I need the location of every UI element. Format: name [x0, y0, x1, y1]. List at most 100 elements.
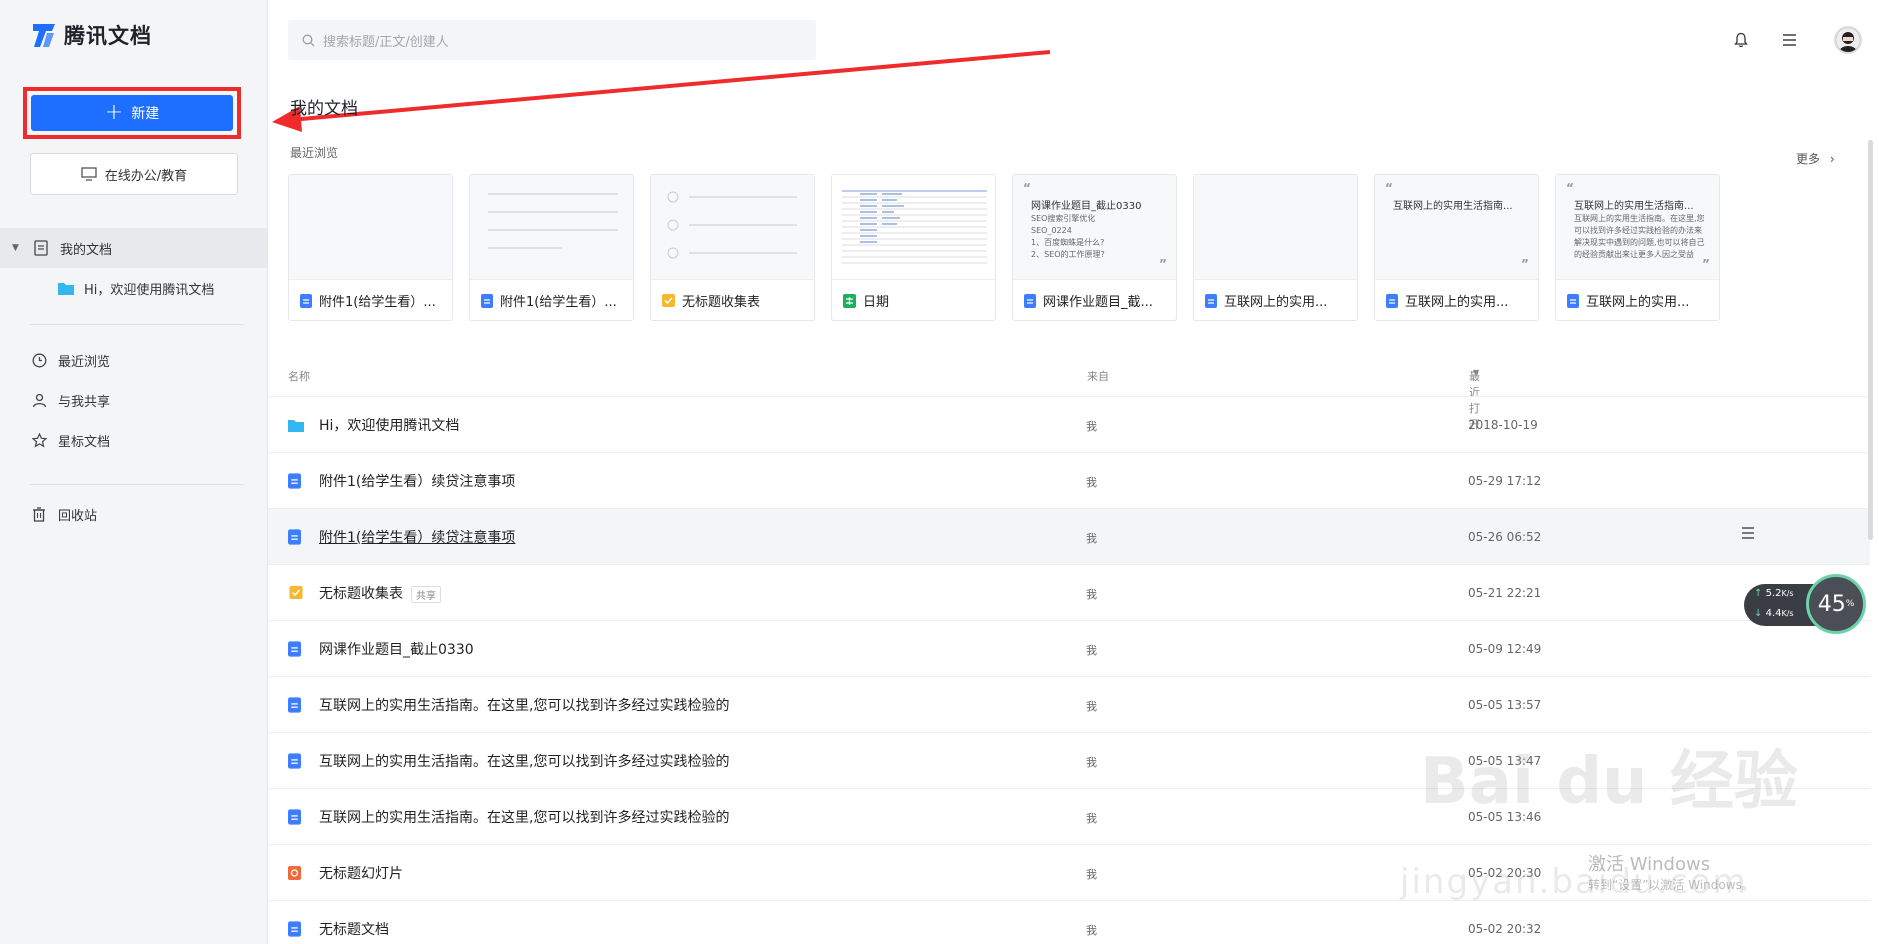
- trash-icon: [30, 505, 48, 523]
- plus-icon: +: [104, 100, 124, 125]
- row-menu-icon[interactable]: [1741, 527, 1755, 539]
- windows-activation-subtitle: 转到“设置”以激活 Windows。: [1588, 878, 1754, 892]
- card-thumbnail: [651, 175, 814, 280]
- file-from: 我: [1086, 812, 1097, 825]
- sidebar-item-welcome-folder[interactable]: Hi，欢迎使用腾讯文档: [0, 268, 267, 308]
- quote-close-icon: ”: [1702, 257, 1710, 271]
- recent-card[interactable]: 无标题收集表: [650, 174, 815, 321]
- windows-activation-title: 激活 Windows: [1588, 854, 1711, 875]
- new-button-label: 新建: [131, 106, 160, 122]
- file-time: 05-02 20:32: [1468, 922, 1542, 936]
- doc-icon: [288, 921, 301, 937]
- form-icon: [289, 586, 303, 599]
- sidebar-item-my-docs[interactable]: ▼ 我的文档: [0, 228, 267, 268]
- file-name: 无标题幻灯片: [319, 866, 403, 882]
- monitor-icon: [81, 167, 97, 181]
- shared-badge: 共享: [411, 585, 441, 603]
- column-from[interactable]: 来自: [1087, 368, 1109, 384]
- table-row[interactable]: 无标题收集表 共享 我 05-21 22:21: [268, 564, 1870, 620]
- file-name: 网课作业题目_截止0330: [319, 642, 474, 658]
- recent-card[interactable]: 日期: [831, 174, 996, 321]
- network-speed-widget[interactable]: ↑ 5.2K/s ↓ 4.4K/s 45%: [1744, 574, 1868, 634]
- sidebar-item-label: 星标文档: [58, 434, 111, 450]
- card-title: 无标题收集表: [682, 295, 761, 310]
- file-from: 我: [1086, 924, 1097, 937]
- recent-card[interactable]: “ 互联网上的实用生活指南... ” 互联网上的实用...: [1374, 174, 1539, 321]
- card-thumbnail: “ 互联网上的实用生活指南... 互联网上的实用生活指南。在这里,您可以找到许多…: [1556, 175, 1719, 280]
- doc-icon: [288, 697, 301, 713]
- usage-percent: 45%: [1806, 574, 1866, 634]
- file-name: 互联网上的实用生活指南。在这里,您可以找到许多经过实践检验的: [319, 754, 730, 770]
- online-office-button[interactable]: 在线办公/教育: [30, 153, 238, 195]
- trash-nav: 回收站: [0, 494, 267, 534]
- slide-icon: [288, 866, 301, 880]
- file-name: 互联网上的实用生活指南。在这里,您可以找到许多经过实践检验的: [319, 698, 730, 714]
- upload-speed: ↑ 5.2K/s: [1754, 588, 1794, 599]
- sidebar-item-label: 最近浏览: [58, 354, 111, 370]
- more-label: 更多: [1796, 152, 1821, 166]
- file-list-header: 名称 来自 最近打开 ▼: [288, 368, 1863, 431]
- recent-card[interactable]: 附件1(给学生看）...: [469, 174, 634, 321]
- doc-icon: [288, 753, 301, 769]
- folder-icon: [58, 282, 74, 295]
- sidebar-item-shared[interactable]: 与我共享: [0, 380, 267, 420]
- card-title: 附件1(给学生看）...: [319, 295, 436, 310]
- document-icon: [32, 239, 50, 257]
- sidebar-divider: [30, 484, 244, 485]
- chevron-right-icon: ›: [1829, 152, 1835, 166]
- bell-icon[interactable]: [1734, 32, 1748, 48]
- table-row[interactable]: 互联网上的实用生活指南。在这里,您可以找到许多经过实践检验的 我 05-05 1…: [268, 676, 1870, 732]
- table-row[interactable]: 无标题文档 我 05-02 20:32: [268, 900, 1870, 944]
- column-name[interactable]: 名称: [288, 368, 310, 384]
- card-preview-body: 互联网上的实用生活指南。在这里,您可以找到许多经过实践检验的办法来解决现实中遇到…: [1574, 214, 1705, 259]
- menu-icon[interactable]: [1782, 34, 1797, 46]
- sidebar-item-trash[interactable]: 回收站: [0, 494, 267, 534]
- table-row[interactable]: Hi，欢迎使用腾讯文档 我 2018-10-19: [268, 396, 1870, 452]
- more-link[interactable]: 更多 ›: [1796, 150, 1835, 167]
- recent-card[interactable]: “ 互联网上的实用生活指南... 互联网上的实用生活指南。在这里,您可以找到许多…: [1555, 174, 1720, 321]
- recent-card[interactable]: 互联网上的实用...: [1193, 174, 1358, 321]
- file-time: 05-05 13:57: [1468, 698, 1542, 712]
- scrollbar[interactable]: [1868, 140, 1873, 540]
- table-row[interactable]: 附件1(给学生看）续贷注意事项 我 05-29 17:12: [268, 452, 1870, 508]
- card-preview-title: 互联网上的实用生活指南...: [1574, 201, 1694, 212]
- secondary-nav: 最近浏览 与我共享 星标文档: [0, 340, 267, 460]
- card-title: 互联网上的实用...: [1405, 295, 1509, 310]
- sidebar-item-label: 与我共享: [58, 394, 111, 410]
- new-button-highlight: + 新建: [23, 87, 241, 139]
- new-button[interactable]: + 新建: [31, 95, 233, 131]
- search-icon: [302, 34, 315, 46]
- sidebar-divider: [30, 324, 244, 325]
- tencent-docs-logo-icon: [33, 24, 55, 47]
- my-docs-nav: ▼ 我的文档 Hi，欢迎使用腾讯文档: [0, 228, 267, 308]
- card-title: 网课作业题目_截...: [1043, 295, 1153, 310]
- sidebar-item-label: Hi，欢迎使用腾讯文档: [84, 282, 215, 298]
- quote-close-icon: ”: [1159, 257, 1167, 271]
- sidebar-item-recent[interactable]: 最近浏览: [0, 340, 267, 380]
- recent-card[interactable]: 附件1(给学生看）...: [288, 174, 453, 321]
- card-preview-title: 网课作业题目_截止0330: [1031, 201, 1142, 212]
- doc-icon: [288, 809, 301, 825]
- file-name-text: 无标题收集表: [319, 586, 403, 602]
- card-title: 日期: [863, 295, 890, 310]
- file-from: 我: [1086, 420, 1097, 433]
- recent-card[interactable]: “ 网课作业题目_截止0330 SEO搜索引擎优化 SEO_0224 1、百度蜘…: [1012, 174, 1177, 321]
- doc-icon: [1205, 293, 1217, 308]
- doc-icon: [288, 473, 301, 489]
- table-row[interactable]: 附件1(给学生看）续贷注意事项 我 05-26 06:52: [268, 508, 1870, 564]
- sidebar-item-starred[interactable]: 星标文档: [0, 420, 267, 460]
- sidebar-item-label: 我的文档: [60, 242, 113, 258]
- caret-down-icon[interactable]: ▼: [12, 243, 22, 253]
- card-thumbnail: [1194, 175, 1357, 280]
- star-icon: [30, 431, 48, 449]
- form-icon: [662, 294, 675, 307]
- quote-open-icon: “: [1566, 181, 1574, 195]
- arrow-down-icon: ↓: [1754, 608, 1763, 619]
- avatar[interactable]: [1834, 26, 1862, 54]
- app-window: 腾讯文档 + 新建 在线办公/教育 ▼ 我的文档 Hi，欢迎使用腾讯文档 最近浏…: [0, 0, 1879, 944]
- app-logo[interactable]: 腾讯文档: [30, 20, 152, 50]
- sheet-icon: [843, 293, 856, 308]
- annotation-arrow: [272, 50, 1051, 132]
- user-icon: [30, 391, 48, 409]
- table-row[interactable]: 网课作业题目_截止0330 我 05-09 12:49: [268, 620, 1870, 676]
